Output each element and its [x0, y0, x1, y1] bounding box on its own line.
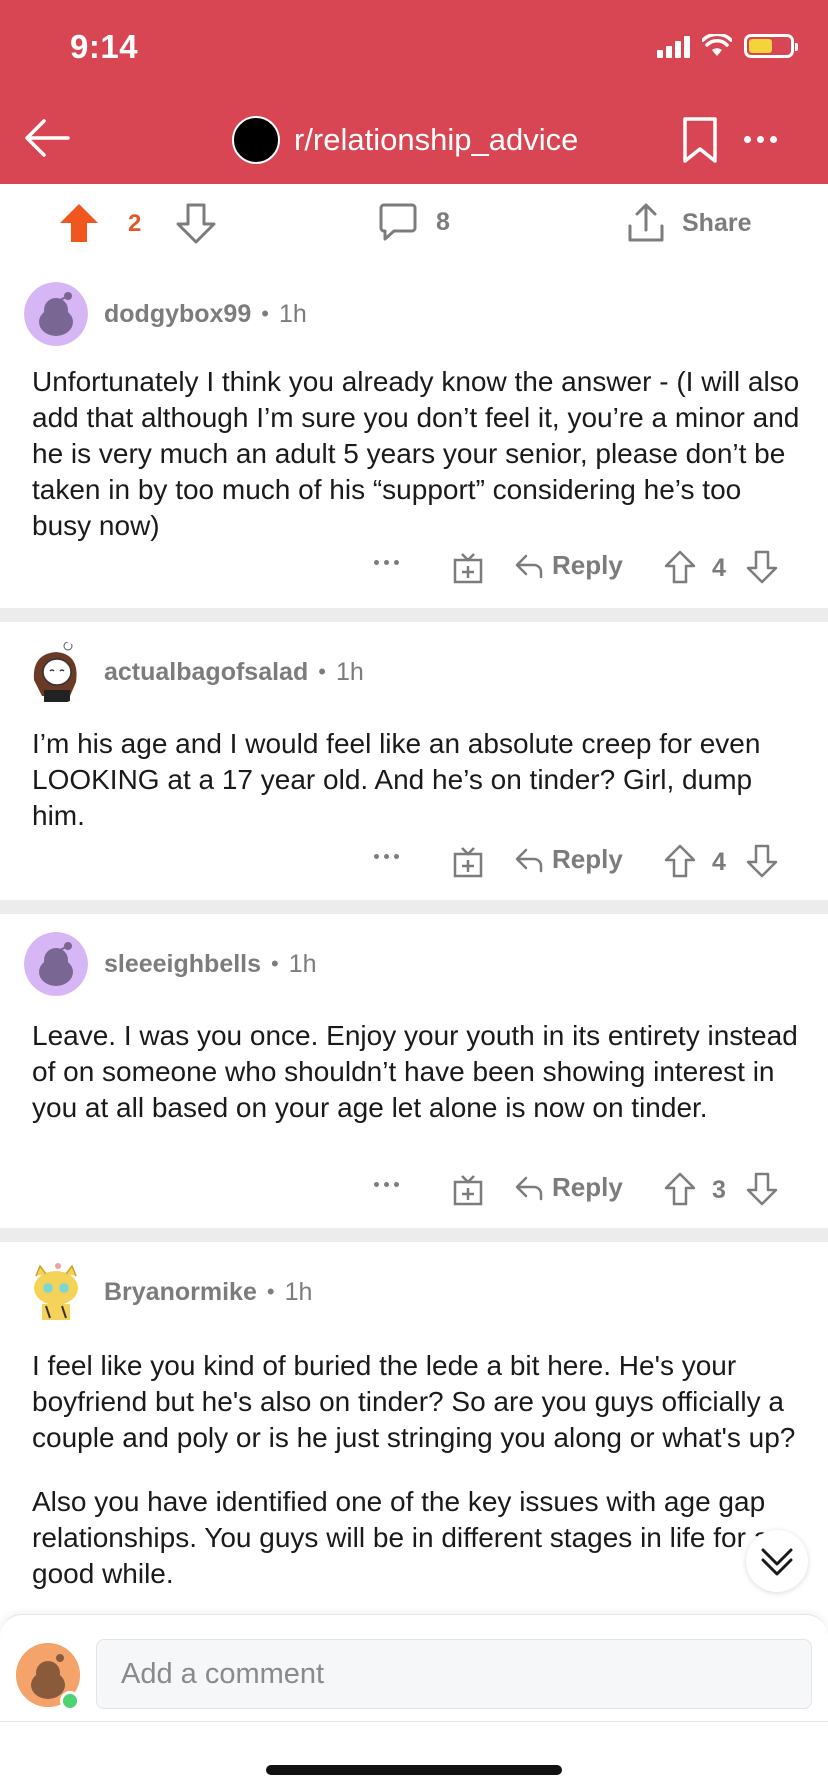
comment-separator [0, 1228, 828, 1242]
comment: sleeeighbells • 1h Leave. I was you once… [0, 914, 828, 1228]
snoo-purple-icon[interactable] [24, 282, 88, 346]
comment: dodgybox99 • 1h Unfortunately I think yo… [0, 264, 828, 608]
separator-dot: • [261, 301, 269, 326]
reply-button[interactable]: Reply [514, 1172, 623, 1203]
share-label: Share [682, 208, 752, 237]
add-comment-input[interactable] [96, 1639, 812, 1709]
reply-label: Reply [552, 844, 623, 874]
comment-separator [0, 900, 828, 914]
status-time: 9:14 [70, 28, 139, 65]
comment-body: I feel like you kind of buried the lede … [32, 1348, 802, 1592]
comment-username[interactable]: actualbagofsalad [104, 658, 308, 687]
upvote-icon[interactable] [664, 550, 696, 584]
snoo-custom-girl-icon[interactable] [24, 640, 88, 704]
comment: actualbagofsalad • 1h I’m his age and I … [0, 622, 828, 900]
online-status-dot [60, 1691, 80, 1711]
divider [0, 1721, 828, 1722]
reply-button[interactable]: Reply [514, 550, 623, 581]
more-options-icon[interactable] [744, 126, 786, 152]
comment-header: sleeeighbells • 1h [24, 932, 317, 996]
comment-actions: Reply 3 [0, 1172, 828, 1212]
double-chevron-down-icon [761, 1548, 793, 1576]
comment-score: 4 [712, 554, 726, 582]
downvote-icon[interactable] [176, 202, 216, 244]
comment-actions: Reply 4 [0, 550, 828, 590]
comment-body: Leave. I was you once. Enjoy your youth … [32, 1018, 802, 1126]
comment-actions: Reply 4 [0, 844, 828, 884]
comment-body: Unfortunately I think you already know t… [32, 364, 802, 544]
comment-header: actualbagofsalad • 1h [24, 640, 364, 704]
comment-time: 1h [278, 299, 307, 328]
comment-paragraph: Also you have identified one of the key … [32, 1486, 770, 1589]
status-icons [657, 34, 798, 58]
comment-time: 1h [335, 657, 364, 686]
separator-dot: • [266, 1279, 275, 1304]
comment-username[interactable]: Bryanormike [104, 1278, 257, 1307]
comment-body: I’m his age and I would feel like an abs… [32, 726, 802, 834]
comment-paragraph: Unfortunately I think you already know t… [32, 366, 800, 541]
comment-composer [0, 1614, 828, 1792]
comment-header: Bryanormike • 1h [24, 1260, 312, 1324]
reply-label: Reply [552, 550, 623, 580]
comment-time: 1h [288, 949, 317, 978]
reply-arrow-icon [515, 1176, 543, 1200]
award-icon[interactable] [452, 1172, 484, 1206]
downvote-icon[interactable] [746, 1172, 778, 1206]
reply-arrow-icon [515, 554, 543, 578]
comment-username[interactable]: dodgybox99 [104, 300, 251, 329]
comment-score: 4 [712, 848, 726, 876]
comment-more-icon[interactable] [374, 854, 399, 859]
subreddit-name: r/relationship_advice [294, 122, 579, 157]
snoo-purple-icon[interactable] [24, 932, 88, 996]
downvote-icon[interactable] [746, 550, 778, 584]
subreddit-avatar [232, 116, 280, 164]
comment-more-icon[interactable] [374, 560, 399, 565]
post-score: 2 [128, 210, 142, 237]
battery-icon [744, 34, 798, 58]
comment-separator [0, 608, 828, 622]
comment-paragraph: I’m his age and I would feel like an abs… [32, 728, 761, 831]
scroll-down-button[interactable] [746, 1530, 808, 1592]
comment-more-icon[interactable] [374, 1182, 399, 1187]
downvote-icon[interactable] [746, 844, 778, 878]
share-button[interactable]: Share [626, 202, 751, 244]
upvote-icon[interactable] [664, 1172, 696, 1206]
back-arrow-icon[interactable] [22, 116, 72, 160]
reply-label: Reply [552, 1172, 623, 1202]
snoo-custom-tiger-icon[interactable] [24, 1260, 88, 1324]
comment-paragraph: I feel like you kind of buried the lede … [32, 1350, 796, 1453]
reply-arrow-icon [515, 848, 543, 872]
post-action-bar: 2 8 Share [0, 184, 828, 264]
comment-bubble-icon [379, 203, 417, 241]
subreddit-title[interactable]: r/relationship_advice [232, 116, 578, 164]
comment-header: dodgybox99 • 1h [24, 282, 307, 346]
upvote-icon[interactable] [664, 844, 696, 878]
separator-dot: • [318, 659, 326, 684]
comment-time: 1h [284, 1277, 313, 1306]
comments-button[interactable]: 8 [378, 202, 450, 242]
comment-paragraph: Leave. I was you once. Enjoy your youth … [32, 1020, 798, 1123]
reply-button[interactable]: Reply [514, 844, 623, 875]
bookmark-icon[interactable] [682, 116, 718, 164]
comment-count: 8 [436, 207, 450, 236]
wifi-icon [702, 34, 732, 56]
award-icon[interactable] [452, 844, 484, 878]
home-indicator[interactable] [266, 1765, 562, 1775]
share-icon [628, 203, 664, 242]
comment: Bryanormike • 1h I feel like you kind of… [0, 1242, 828, 1614]
separator-dot: • [271, 951, 279, 976]
comment-score: 3 [712, 1176, 726, 1204]
comment-username[interactable]: sleeeighbells [104, 950, 261, 979]
app-header: 9:14 r/relationship_advice [0, 0, 828, 184]
cellular-signal-icon [657, 34, 690, 58]
award-icon[interactable] [452, 550, 484, 584]
upvote-icon[interactable] [58, 202, 100, 244]
